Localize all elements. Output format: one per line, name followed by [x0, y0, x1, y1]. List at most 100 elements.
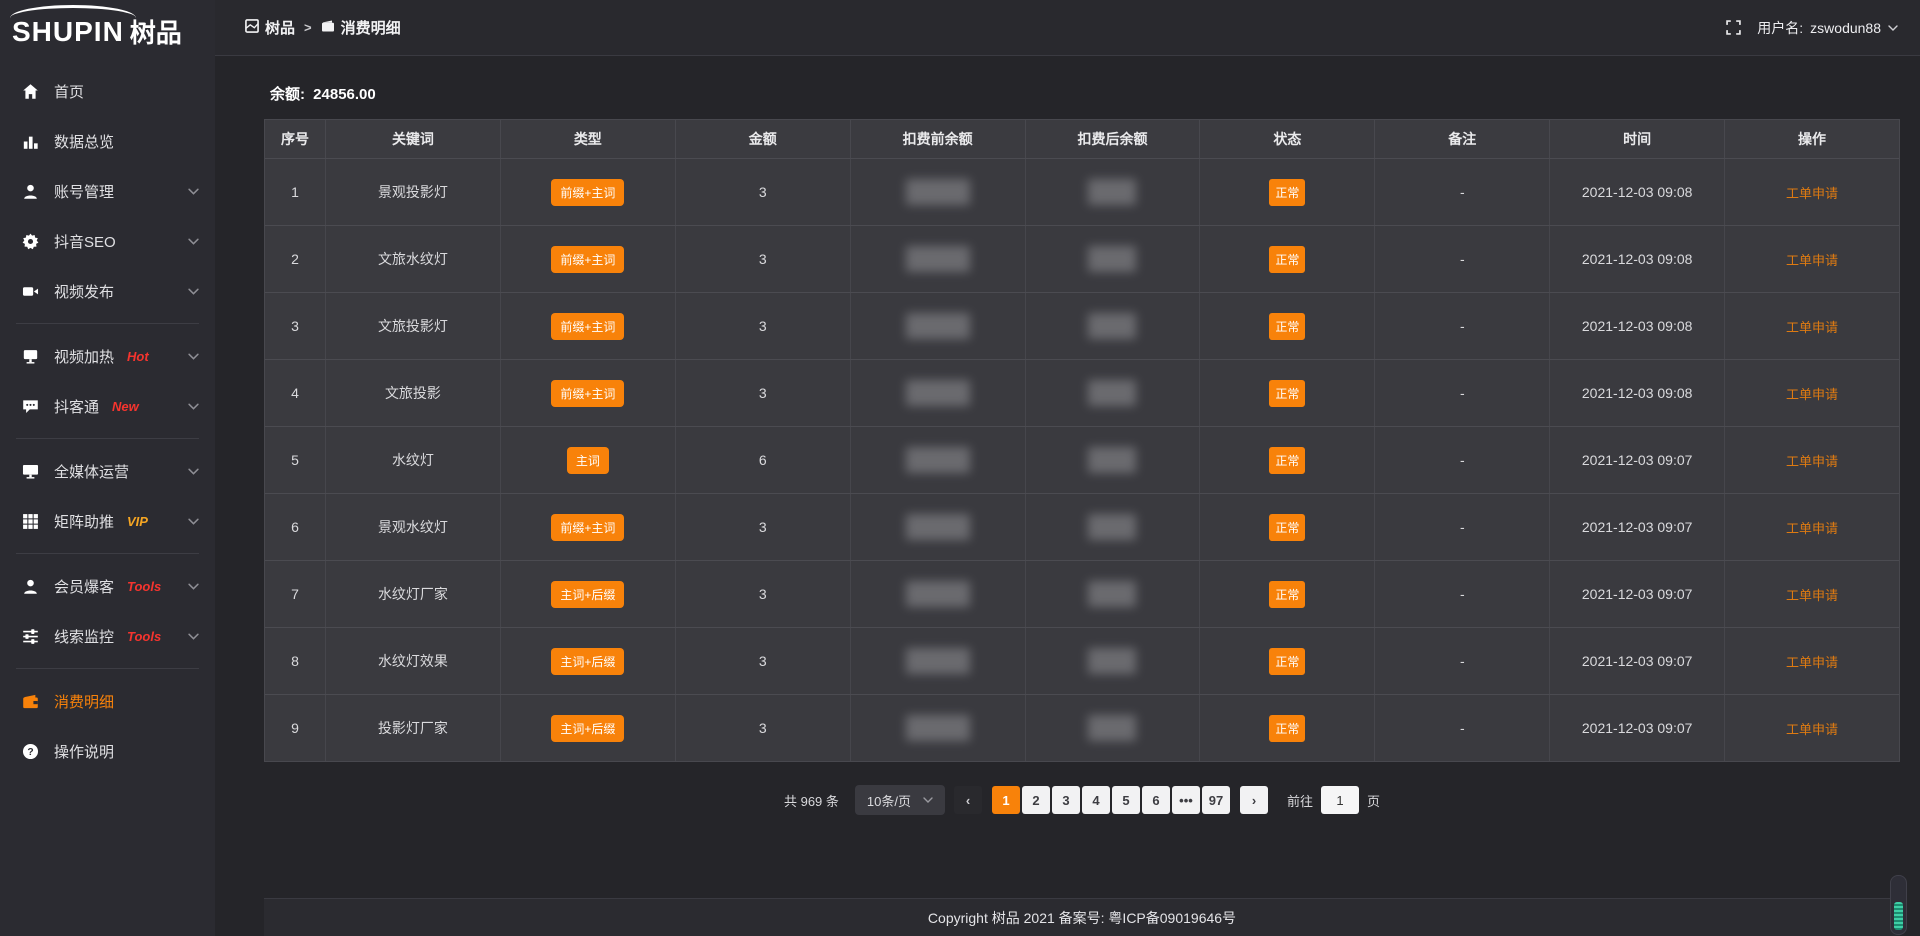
user-dropdown[interactable]: 用户名: zswodun88	[1757, 18, 1898, 38]
dashboard-icon	[245, 19, 259, 37]
cell-remark: -	[1374, 360, 1549, 426]
page-button-1[interactable]: 1	[992, 786, 1020, 814]
cell-action: 工单申请	[1724, 427, 1899, 493]
main-area: 树品 > 消费明细 用户名: zswodun88	[215, 0, 1920, 936]
cell-index: 5	[265, 427, 325, 493]
cell-action: 工单申请	[1724, 293, 1899, 359]
cell-keyword: 文旅投影灯	[325, 293, 500, 359]
cell-status: 正常	[1199, 695, 1374, 761]
work-order-link[interactable]: 工单申请	[1786, 384, 1838, 403]
cell-index: 7	[265, 561, 325, 627]
fullscreen-icon[interactable]	[1726, 20, 1741, 35]
cell-action: 工单申请	[1724, 360, 1899, 426]
cell-type: 前缀+主词	[500, 159, 675, 225]
sidebar-item-badge: Tools	[127, 579, 161, 594]
scrollbar[interactable]	[1890, 875, 1907, 935]
page-button-more[interactable]: •••	[1172, 786, 1200, 814]
screen-icon	[22, 348, 39, 365]
cell-balance-after	[1025, 293, 1200, 359]
cell-balance-after	[1025, 695, 1200, 761]
breadcrumb-home[interactable]: 树品	[245, 17, 295, 38]
scrollbar-thumb[interactable]	[1894, 902, 1903, 930]
sidebar-item-label: 抖客通	[54, 396, 99, 417]
user-icon	[22, 183, 39, 200]
column-header: 扣费前余额	[850, 120, 1025, 158]
sidebar-item-account-management[interactable]: 账号管理	[0, 166, 215, 216]
sidebar-item-consumption-detail[interactable]: 消费明细	[0, 676, 215, 726]
chevron-down-icon	[188, 353, 199, 360]
cell-remark: -	[1374, 628, 1549, 694]
work-order-link[interactable]: 工单申请	[1786, 451, 1838, 470]
sidebar-item-member-baoke[interactable]: 会员爆客 Tools	[0, 561, 215, 611]
page-button-4[interactable]: 4	[1082, 786, 1110, 814]
cell-index: 9	[265, 695, 325, 761]
sidebar-item-douyin-seo[interactable]: 抖音SEO	[0, 216, 215, 266]
chevron-down-icon	[188, 518, 199, 525]
column-header: 备注	[1374, 120, 1549, 158]
sidebar-item-badge: Hot	[127, 349, 149, 364]
sidebar-menu: 首页 数据总览 账号管理 抖音SEO 视频发布 视频加热 Hot 抖客通 New…	[0, 66, 215, 776]
page-button-3[interactable]: 3	[1052, 786, 1080, 814]
sidebar-item-media-operation[interactable]: 全媒体运营	[0, 446, 215, 496]
column-header: 状态	[1199, 120, 1374, 158]
work-order-link[interactable]: 工单申请	[1786, 518, 1838, 537]
page-button-5[interactable]: 5	[1112, 786, 1140, 814]
cell-balance-before	[850, 561, 1025, 627]
cell-time: 2021-12-03 09:08	[1549, 360, 1724, 426]
cell-remark: -	[1374, 159, 1549, 225]
chevron-down-icon	[1888, 25, 1898, 31]
chevron-down-icon	[188, 188, 199, 195]
sidebar-item-operation-guide[interactable]: ? 操作说明	[0, 726, 215, 776]
type-badge: 主词	[567, 447, 609, 474]
svg-text:?: ?	[27, 747, 33, 758]
copyright-text: Copyright 树品 2021 备案号: 粤ICP备09019646号	[928, 908, 1236, 928]
sidebar-item-douketong[interactable]: 抖客通 New	[0, 381, 215, 431]
masked-balance	[1088, 179, 1136, 205]
wallet-icon	[22, 693, 39, 710]
cell-amount: 3	[675, 226, 850, 292]
cell-action: 工单申请	[1724, 695, 1899, 761]
work-order-link[interactable]: 工单申请	[1786, 652, 1838, 671]
status-badge: 正常	[1269, 447, 1305, 474]
page-button-6[interactable]: 6	[1142, 786, 1170, 814]
cell-status: 正常	[1199, 494, 1374, 560]
work-order-link[interactable]: 工单申请	[1786, 719, 1838, 738]
column-header: 时间	[1549, 120, 1724, 158]
type-badge: 前缀+主词	[551, 380, 624, 407]
sidebar-item-label: 线索监控	[54, 626, 114, 647]
goto-page-input[interactable]: 1	[1321, 786, 1359, 814]
work-order-link[interactable]: 工单申请	[1786, 585, 1838, 604]
page-size-select[interactable]: 10条/页	[855, 785, 945, 815]
page-button-97[interactable]: 97	[1202, 786, 1230, 814]
cell-status: 正常	[1199, 360, 1374, 426]
work-order-link[interactable]: 工单申请	[1786, 250, 1838, 269]
sidebar-item-home[interactable]: 首页	[0, 66, 215, 116]
page-button-2[interactable]: 2	[1022, 786, 1050, 814]
cell-amount: 3	[675, 293, 850, 359]
cell-status: 正常	[1199, 293, 1374, 359]
sidebar-item-matrix-boost[interactable]: 矩阵助推 VIP	[0, 496, 215, 546]
masked-balance	[906, 179, 970, 205]
sidebar-item-video-publish[interactable]: 视频发布	[0, 266, 215, 316]
masked-balance	[906, 380, 970, 406]
cell-balance-before	[850, 628, 1025, 694]
cell-balance-after	[1025, 159, 1200, 225]
breadcrumb-current[interactable]: 消费明细	[321, 17, 401, 38]
next-page-button[interactable]: ›	[1240, 786, 1268, 814]
prev-page-button[interactable]: ‹	[954, 786, 982, 814]
sidebar-item-label: 数据总览	[54, 131, 114, 152]
sidebar-item-lead-monitor[interactable]: 线索监控 Tools	[0, 611, 215, 661]
type-badge: 前缀+主词	[551, 313, 624, 340]
cell-keyword: 景观水纹灯	[325, 494, 500, 560]
work-order-link[interactable]: 工单申请	[1786, 183, 1838, 202]
sidebar-item-label: 账号管理	[54, 181, 114, 202]
sidebar-item-label: 首页	[54, 81, 84, 102]
sidebar-item-data-overview[interactable]: 数据总览	[0, 116, 215, 166]
chevron-down-icon	[923, 797, 933, 803]
sidebar-divider	[16, 668, 199, 669]
cell-type: 前缀+主词	[500, 226, 675, 292]
sidebar-item-video-heat[interactable]: 视频加热 Hot	[0, 331, 215, 381]
cell-action: 工单申请	[1724, 159, 1899, 225]
work-order-link[interactable]: 工单申请	[1786, 317, 1838, 336]
table-row: 9 投影灯厂家 主词+后缀 3 正常 - 2021-12-03 09:07 工单…	[265, 694, 1899, 761]
